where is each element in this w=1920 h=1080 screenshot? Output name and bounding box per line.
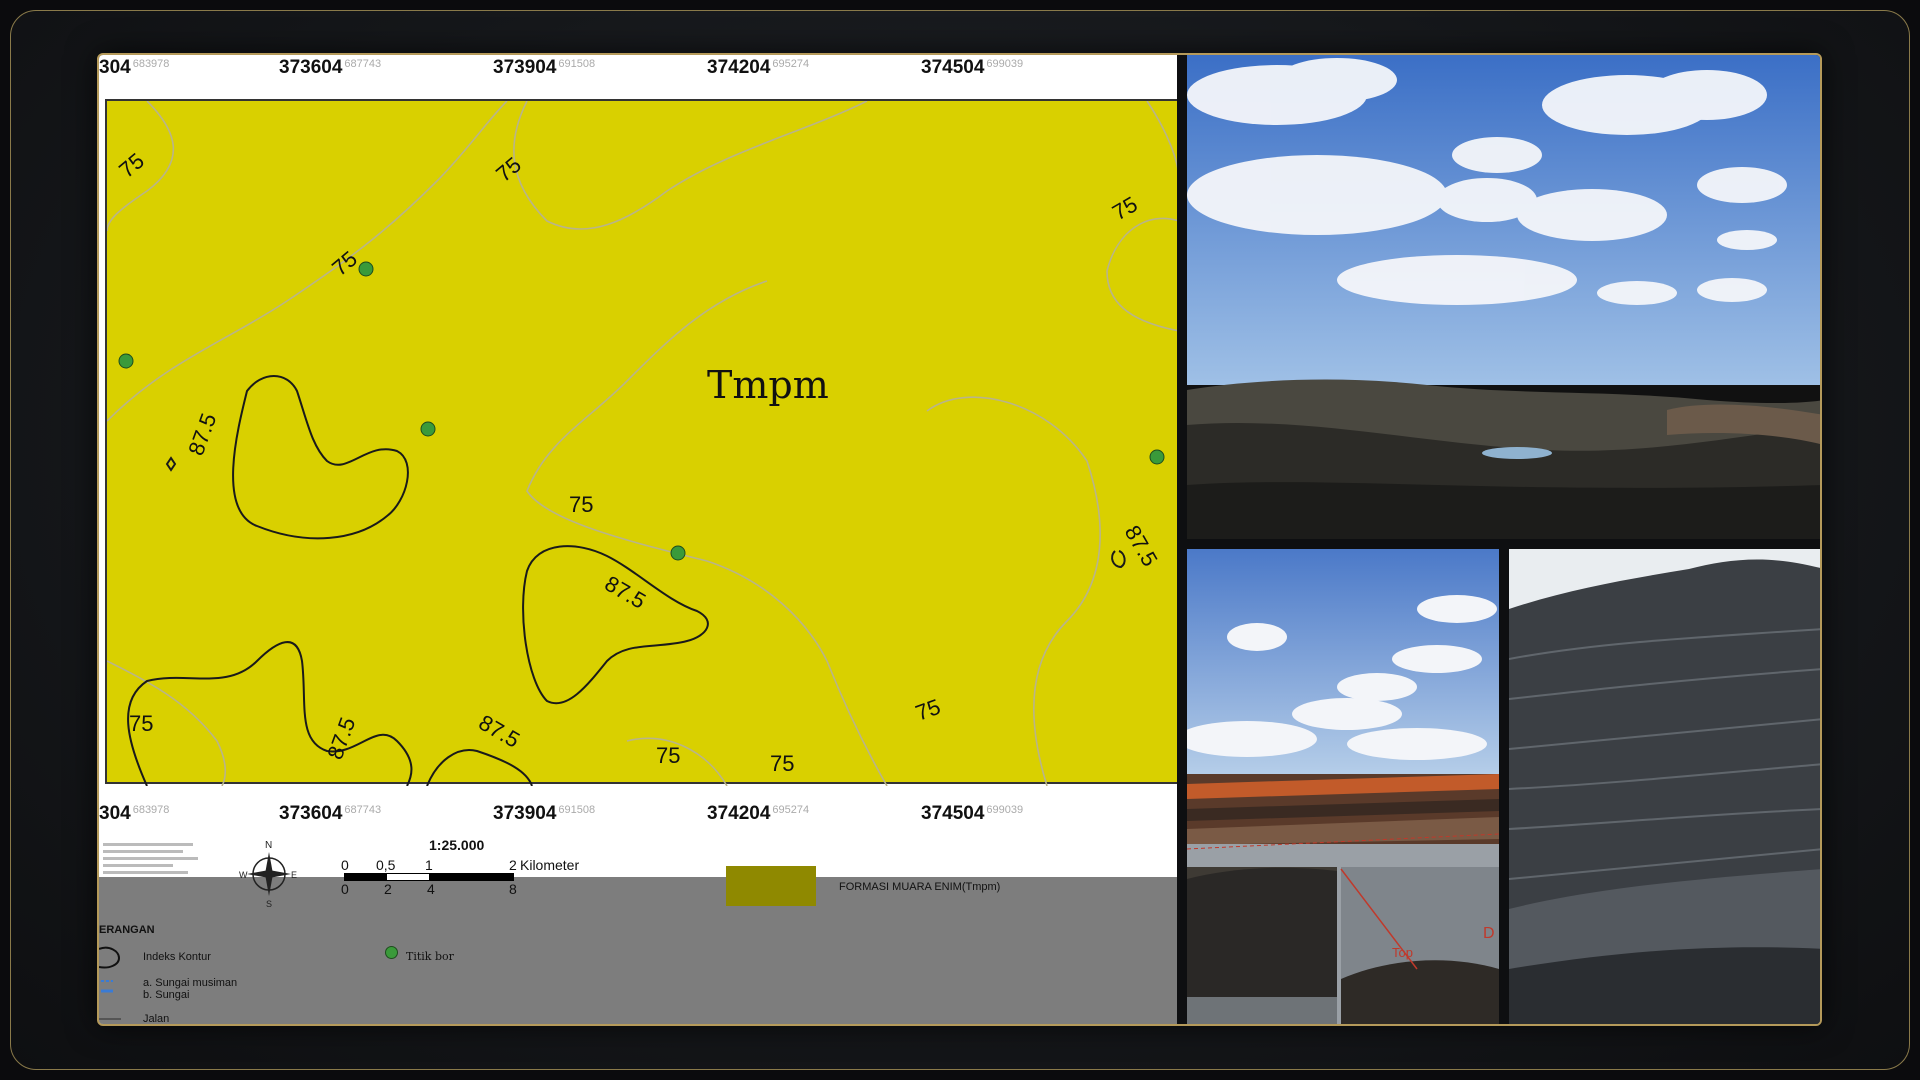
coord-label: 304 683978 (99, 57, 170, 78)
slide: 304 683978 373604 687743 373904 691508 3742… (97, 53, 1822, 1026)
coord-label: 373604 687743 (279, 803, 382, 824)
coord-label: 373904 691508 (493, 803, 596, 824)
drill-point[interactable] (1149, 449, 1165, 465)
scale-tick: 8 (509, 881, 517, 897)
coord-label: 373904 691508 (493, 57, 596, 78)
contour-label: 75 (770, 751, 794, 776)
legend-heading: ERANGAN (99, 924, 155, 936)
formation-legend-swatch (726, 866, 816, 906)
contour-label: 75 (569, 492, 593, 517)
coord-label: 374504 699039 (921, 57, 1024, 78)
photo-open-pit-mine (1187, 55, 1820, 539)
coord-label: 374204 695274 (707, 57, 810, 78)
legend-contour-index: Indeks Kontur (143, 951, 211, 963)
contour-label: 87.5 (601, 571, 651, 614)
contour-label: 75 (491, 152, 526, 187)
photo-annotation-top: Top (1392, 945, 1413, 960)
coord-label: 304 683978 (99, 803, 170, 824)
formation-legend-label: FORMASI MUARA ENIM(Tmpm) (839, 881, 1001, 893)
scale-tick: 0 (341, 857, 349, 873)
contour-label: 75 (912, 694, 944, 726)
legend-river-a: a. Sungai musiman (143, 977, 238, 989)
drill-point[interactable] (118, 353, 134, 369)
drill-point-symbol (385, 946, 398, 959)
svg-text:W: W (239, 870, 248, 880)
coal-stockpile-image (1509, 549, 1820, 1024)
svg-text:N: N (265, 840, 272, 851)
geologic-map-panel: 304 683978 373604 687743 373904 691508 3742… (99, 55, 1177, 1025)
contour-labels: 75 75 75 75 87.5 75 87.5 87.5 75 87.5 87… (114, 148, 1163, 776)
legend-notes-block (103, 839, 203, 879)
scale-unit: Kilometer (520, 857, 580, 873)
scale-bar (344, 873, 514, 881)
drill-point[interactable] (420, 421, 436, 437)
scale-tick: 0 (341, 881, 349, 897)
scale-tick: 2 (384, 881, 392, 897)
formation-code-label: Tmpm (707, 363, 829, 407)
svg-text:E: E (291, 870, 297, 880)
contour-label: 87.5 (322, 714, 360, 763)
legend-drill-point: Titik bor (406, 950, 454, 963)
river-symbol (101, 980, 113, 993)
road-symbol (99, 1018, 121, 1020)
coord-label: 374204 695274 (707, 803, 810, 824)
contour-label: 75 (114, 148, 149, 183)
panel-divider (1177, 55, 1187, 1024)
mine-highwall-image (1187, 549, 1499, 1024)
legend-road: Jalan (143, 1013, 170, 1025)
contour-label: 87.5 (1120, 521, 1163, 571)
photo-mine-highwall: Top D (1187, 549, 1499, 1024)
minor-contours (107, 101, 1177, 786)
map-area: 75 75 75 75 87.5 75 87.5 87.5 75 87.5 87… (105, 99, 1177, 786)
contour-map: 75 75 75 75 87.5 75 87.5 87.5 75 87.5 87… (107, 101, 1177, 786)
scale-tick: 2 (509, 857, 517, 873)
contour-label: 87.5 (183, 410, 221, 459)
photo-coal-stockpile (1509, 549, 1820, 1024)
contour-index-symbol (99, 946, 121, 969)
drill-points (118, 261, 1165, 561)
scale-tick: 0,5 (376, 857, 396, 873)
photo-divider-vertical (1499, 549, 1509, 1024)
coordinate-row-bottom: 304 683978 373604 687743 373904 691508 3742… (99, 801, 1177, 835)
contour-label: 87.5 (475, 710, 525, 753)
scale-tick: 4 (427, 881, 435, 897)
legend-river-b: b. Sungai (143, 989, 190, 1001)
coordinate-row-top: 304 683978 373604 687743 373904 691508 3742… (99, 55, 1177, 89)
coord-label: 373604 687743 (279, 57, 382, 78)
contour-label: 75 (656, 743, 680, 768)
drill-point[interactable] (670, 545, 686, 561)
scale-tick: 1 (425, 857, 433, 873)
contour-label: 75 (129, 711, 153, 736)
photo-divider-horizontal (1187, 539, 1820, 549)
contour-label: 75 (1108, 191, 1142, 225)
coord-label: 374504 699039 (921, 803, 1024, 824)
scale-ratio: 1:25.000 (429, 837, 485, 853)
svg-text:S: S (266, 899, 272, 908)
photo-annotation-d: D (1483, 925, 1495, 942)
open-pit-mine-image (1187, 55, 1820, 539)
compass-rose-icon: N S E W (239, 840, 297, 908)
